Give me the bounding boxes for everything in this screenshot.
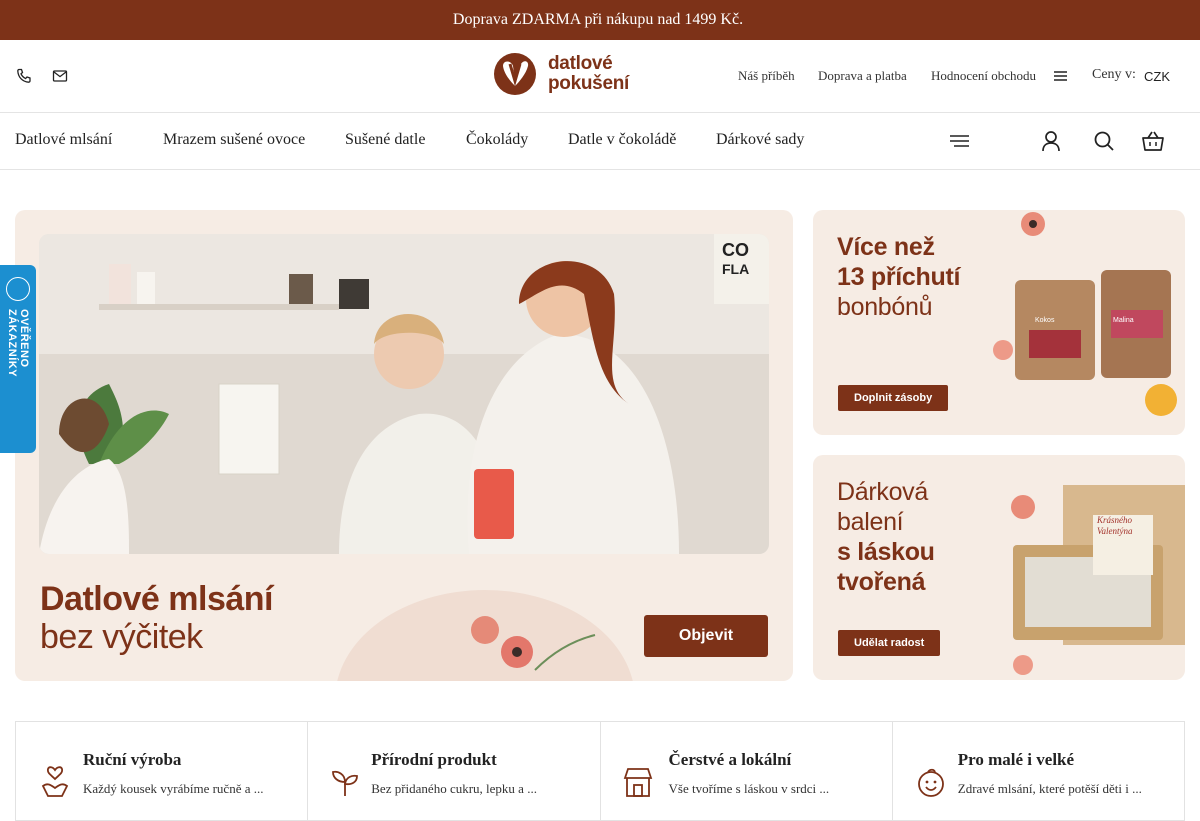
feature-title: Pro malé i velké (957, 750, 1075, 769)
store-icon (623, 768, 652, 797)
nav-cokolady[interactable]: Čokolády (466, 131, 528, 149)
promo-text: Doprava ZDARMA při nákupu nad 1499 Kč. (452, 11, 744, 28)
mail-icon[interactable] (52, 68, 68, 84)
link-shipping[interactable]: Doprava a platba (818, 68, 907, 84)
side-banner-2-button[interactable]: Udělat radost (838, 630, 941, 656)
feature-title: Přírodní produkt (371, 750, 497, 769)
nav-datle-v-cokolade[interactable]: Datle v čokoládě (568, 131, 676, 149)
product-packs-illustration (993, 212, 1177, 416)
currency-select[interactable]: CZK (1144, 69, 1170, 84)
feature-text: Zdravé mlsání, které potěší děti i ... (957, 781, 1142, 796)
nav-darkove-sady[interactable]: Dárkové sady (716, 131, 804, 149)
hero-title-line-1: Datlové mlsání (40, 580, 273, 618)
search-icon[interactable] (1093, 130, 1115, 152)
gift-box-illustration (1011, 485, 1185, 675)
feature-text: Vše tvoříme s láskou v srdci ... (668, 781, 830, 796)
side-banner-2-line-1: Dárková (837, 478, 928, 506)
basket-icon[interactable] (1142, 130, 1164, 152)
feature-text: Každý kousek vyrábíme ručně a ... (83, 781, 264, 796)
nav-item-label: Datlové mlsání (15, 131, 113, 148)
user-icon[interactable] (1040, 130, 1062, 152)
hero-title-line-2: bez výčitek (40, 618, 203, 656)
verified-seal-icon (6, 277, 30, 301)
side-banner-2-line-4: tvořená (837, 568, 926, 596)
svg-text:FLA: FLA (722, 261, 749, 277)
side-banner-flavors[interactable]: Více než 13 příchutí bonbónů Kokos Kokos… (813, 210, 1185, 435)
feature-natural: Přírodní produkt Bez přidaného cukru, le… (308, 722, 601, 820)
sprout-icon (332, 770, 359, 796)
site-header: datlové pokušení Náš příběh Doprava a pl… (0, 40, 1200, 113)
side-banner-1-button[interactable]: Doplnit zásoby (838, 385, 949, 411)
logo-heart-icon (494, 53, 536, 95)
phone-icon[interactable] (16, 68, 32, 84)
nav-datlove-mlsani[interactable]: Datlové mlsání (15, 131, 118, 149)
currency-value: CZK (1144, 69, 1170, 84)
main-nav: Datlové mlsání Mrazem sušené ovoce Sušen… (0, 113, 1200, 170)
pack-label-1: Kokos (1035, 317, 1055, 324)
side-banner-gifts[interactable]: Dárková balení s láskou tvořená Krásného… (813, 455, 1185, 680)
feature-for-everyone: Pro malé i velké Zdravé mlsání, které po… (893, 722, 1184, 820)
logo-line-2: pokušení (548, 73, 630, 94)
hero-photo: CO FLA (39, 234, 769, 554)
side-banner-1-line-1: Více než (837, 233, 935, 261)
child-face-icon (917, 768, 944, 797)
verified-badge[interactable]: OVĚŘENO ZÁKAZNÍKY (0, 265, 36, 453)
decor-flowers-icon (337, 590, 633, 681)
side-banner-2-line-2: balení (837, 508, 904, 536)
feature-handmade: Ruční výroba Každý kousek vyrábíme ručně… (16, 722, 309, 820)
link-reviews[interactable]: Hodnocení obchodu (931, 68, 1036, 84)
side-banner-2-line-3: s láskou (837, 538, 935, 566)
hero-button[interactable]: Objevit (644, 615, 768, 657)
nav-susene-datle[interactable]: Sušené datle (345, 131, 425, 149)
feature-fresh-local: Čerstvé a lokální Vše tvoříme s láskou v… (601, 722, 893, 820)
features-strip: Ruční výroba Každý kousek vyrábíme ručně… (15, 721, 1185, 821)
side-banner-1-line-2: 13 příchutí (837, 263, 961, 291)
family-photo-illustration: CO FLA (39, 234, 769, 554)
side-banner-1-title: Více než 13 příchutí bonbónů (837, 232, 960, 322)
logo-line-1: datlové (548, 53, 613, 74)
logo[interactable]: datlové pokušení (491, 52, 643, 98)
promo-bar: Doprava ZDARMA při nákupu nad 1499 Kč. (0, 0, 1200, 40)
pack-label-2: Malina (1113, 317, 1134, 324)
hero-title: Datlové mlsání bez výčitek (40, 580, 273, 656)
gift-card-text: Krásného Valentýna (1097, 515, 1133, 536)
verified-badge-text: OVĚŘENO ZÁKAZNÍKY (6, 309, 30, 378)
feature-title: Ruční výroba (83, 750, 182, 769)
link-our-story[interactable]: Náš příběh (738, 68, 795, 84)
side-banner-1-line-3: bonbónů (837, 293, 933, 321)
more-menu-icon[interactable] (1054, 70, 1068, 82)
feature-title: Čerstvé a lokální (668, 750, 792, 769)
menu-icon[interactable] (949, 130, 971, 152)
logo-text: datlové pokušení (548, 54, 629, 94)
hero-banner[interactable]: CO FLA Datlové mlsání bez výčitek Objevi… (15, 210, 793, 681)
svg-text:CO: CO (722, 240, 749, 260)
hand-heart-icon (41, 766, 69, 797)
currency-label: Ceny v: (1092, 67, 1136, 82)
nav-mrazem-susene[interactable]: Mrazem sušené ovoce (163, 131, 305, 149)
side-banner-2-title: Dárková balení s láskou tvořená (837, 477, 935, 597)
feature-text: Bez přidaného cukru, lepku a ... (371, 781, 537, 796)
